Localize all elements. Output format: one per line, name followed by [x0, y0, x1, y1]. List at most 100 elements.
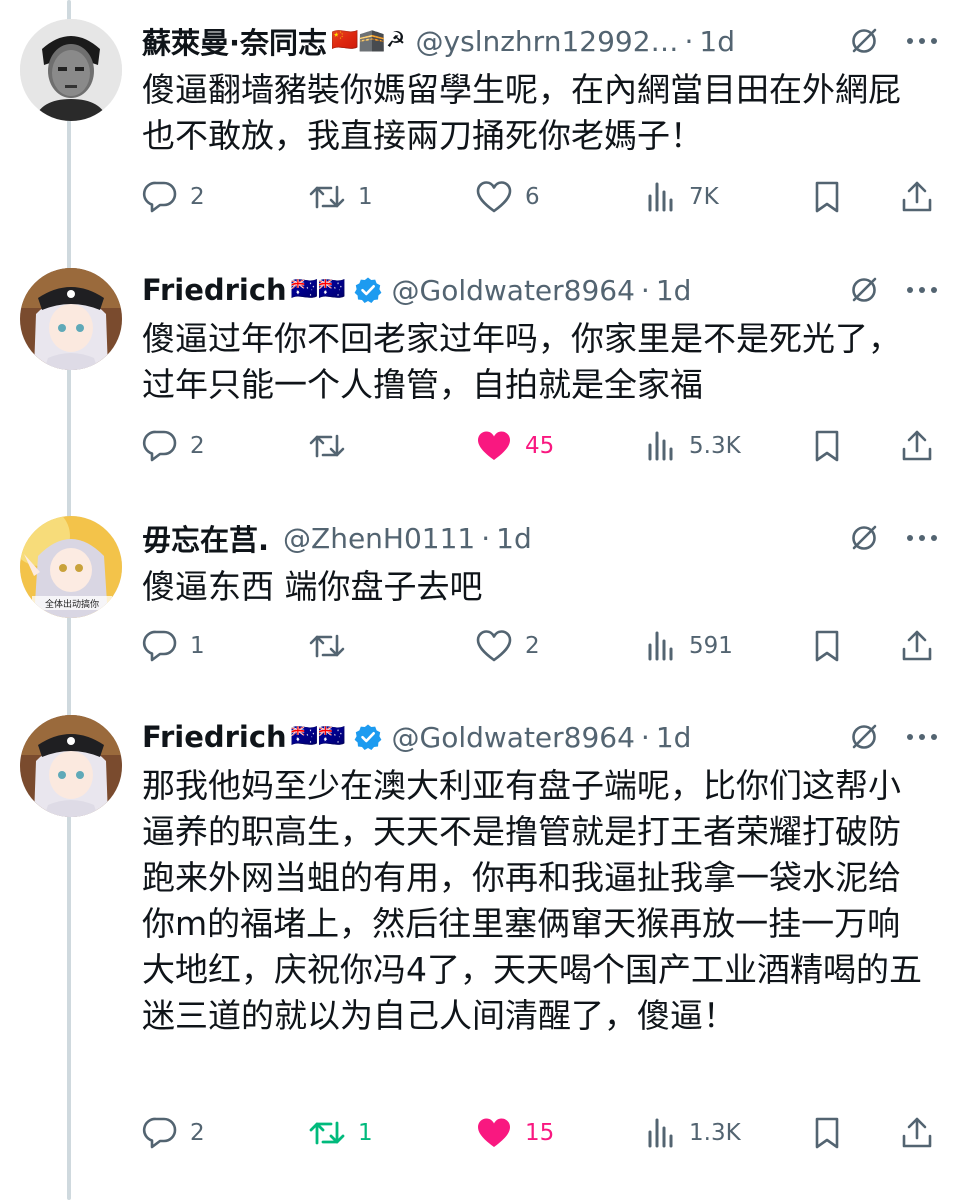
bookmark-button[interactable]	[812, 626, 842, 666]
share-icon	[902, 1117, 932, 1148]
post-time[interactable]: 1d	[656, 721, 692, 754]
repost-count: 1	[358, 184, 373, 210]
share-button[interactable]	[900, 177, 934, 217]
post-text: 傻逼翻墙豬裝你媽留學生呢，在內網當目田在外網屁也不敢放，我直接兩刀捅死你老媽子！	[142, 70, 901, 155]
avatar[interactable]	[20, 19, 122, 121]
user-handle[interactable]: @Goldwater8964	[392, 274, 635, 307]
more-options-icon[interactable]	[905, 36, 939, 46]
bookmark-button[interactable]	[812, 177, 842, 217]
repost-count: 1	[358, 1120, 373, 1146]
grok-icon[interactable]	[849, 523, 879, 553]
avatar[interactable]	[20, 715, 122, 817]
user-handle[interactable]: @ZhenH0111	[283, 522, 475, 555]
separator-dot: ·	[640, 273, 650, 307]
post-header: Friedrich 🇦🇺🇦🇺 @Goldwater8964 · 1d	[142, 715, 939, 759]
like-icon	[476, 630, 512, 662]
share-button[interactable]	[900, 426, 934, 466]
user-handle[interactable]: @yslnzhrn12992…	[416, 25, 679, 58]
views-icon	[648, 631, 673, 661]
views-icon	[648, 182, 673, 212]
share-icon	[902, 181, 932, 212]
display-name[interactable]: 蘇萊曼·奈同志	[142, 20, 327, 62]
views-button[interactable]: 591	[645, 626, 733, 666]
more-options-icon[interactable]	[905, 533, 939, 543]
name-emoji: 🇦🇺🇦🇺	[290, 724, 346, 749]
post-2[interactable]: Friedrich 🇦🇺🇦🇺 @Goldwater8964 · 1d 傻逼过年你…	[0, 268, 959, 478]
header-icons	[837, 268, 939, 312]
separator-dot: ·	[684, 24, 694, 58]
separator-dot: ·	[481, 521, 491, 555]
avatar-caption: 全体出动搞你	[45, 598, 99, 610]
reply-button[interactable]: 2	[142, 426, 205, 466]
post-text: 傻逼过年你不回老家过年吗，你家里是不是死光了，过年只能一个人撸管，自拍就是全家福	[142, 319, 901, 404]
like-icon	[476, 181, 512, 213]
share-icon	[902, 630, 932, 661]
post-time[interactable]: 1d	[656, 274, 692, 307]
post-text: 那我他妈至少在澳大利亚有盘子端呢，比你们这帮小逼养的职高生，天天不是撸管就是打王…	[142, 766, 922, 1035]
views-icon	[648, 431, 673, 461]
grok-icon[interactable]	[849, 26, 879, 56]
reply-button[interactable]: 1	[142, 626, 205, 666]
repost-button[interactable]	[308, 626, 358, 666]
repost-icon	[309, 634, 345, 658]
views-count: 1.3K	[689, 1120, 741, 1146]
like-button[interactable]: 45	[475, 426, 554, 466]
display-name[interactable]: Friedrich	[142, 720, 287, 754]
repost-button[interactable]: 1	[308, 1113, 373, 1153]
bookmark-button[interactable]	[812, 426, 842, 466]
user-handle[interactable]: @Goldwater8964	[392, 721, 635, 754]
views-button[interactable]: 1.3K	[645, 1113, 741, 1153]
bookmark-button[interactable]	[812, 1113, 842, 1153]
like-button[interactable]: 15	[475, 1113, 554, 1153]
display-name[interactable]: Friedrich	[142, 273, 287, 307]
like-count: 45	[525, 433, 555, 459]
separator-dot: ·	[640, 720, 650, 754]
bookmark-icon	[815, 1117, 839, 1149]
post-header: 毋忘在莒. @ZhenH0111 · 1d	[142, 516, 939, 560]
verified-badge-icon	[354, 724, 381, 750]
grok-icon[interactable]	[849, 722, 879, 752]
bookmark-icon	[815, 630, 839, 662]
reply-count: 2	[190, 184, 205, 210]
post-1[interactable]: 蘇萊曼·奈同志 🇨🇳🕋☭ @yslnzhrn12992… · 1d 傻逼翻墙豬裝…	[0, 19, 959, 229]
action-bar: 2 45 5.3K	[142, 426, 939, 466]
avatar[interactable]	[20, 268, 122, 370]
share-button[interactable]	[900, 1113, 934, 1153]
views-icon	[648, 1118, 673, 1148]
avatar[interactable]: 全体出动搞你	[20, 516, 122, 618]
repost-icon	[309, 185, 345, 209]
post-time[interactable]: 1d	[496, 522, 532, 555]
like-button[interactable]: 6	[475, 177, 540, 217]
reply-icon	[142, 430, 177, 462]
post-3[interactable]: 全体出动搞你 毋忘在莒. @ZhenH0111 · 1d 傻逼东西 端你盘子去吧…	[0, 516, 959, 676]
more-options-icon[interactable]	[905, 732, 939, 742]
reply-button[interactable]: 2	[142, 1113, 205, 1153]
bookmark-icon	[815, 430, 839, 462]
repost-button[interactable]	[308, 426, 358, 466]
post-time[interactable]: 1d	[699, 25, 735, 58]
views-count: 5.3K	[689, 433, 741, 459]
post-header: 蘇萊曼·奈同志 🇨🇳🕋☭ @yslnzhrn12992… · 1d	[142, 19, 939, 63]
repost-button[interactable]: 1	[308, 177, 373, 217]
share-button[interactable]	[900, 626, 934, 666]
more-options-icon[interactable]	[905, 285, 939, 295]
repost-icon	[309, 434, 345, 458]
reply-icon	[142, 181, 177, 213]
liked-heart-icon	[478, 431, 510, 460]
name-emoji: 🇨🇳🕋☭	[331, 28, 406, 53]
grok-icon[interactable]	[849, 275, 879, 305]
reposted-icon	[309, 1121, 345, 1145]
views-button[interactable]: 7K	[645, 177, 719, 217]
like-count: 6	[525, 184, 540, 210]
name-emoji: 🇦🇺🇦🇺	[290, 277, 346, 302]
reply-button[interactable]: 2	[142, 177, 205, 217]
views-button[interactable]: 5.3K	[645, 426, 741, 466]
bookmark-icon	[815, 181, 839, 213]
liked-heart-icon	[478, 1118, 510, 1147]
like-count: 15	[525, 1120, 555, 1146]
header-icons	[837, 715, 939, 759]
reply-icon	[142, 1117, 177, 1149]
post-4[interactable]: Friedrich 🇦🇺🇦🇺 @Goldwater8964 · 1d 那我他妈至…	[0, 715, 959, 1185]
display-name[interactable]: 毋忘在莒.	[142, 517, 269, 559]
like-button[interactable]: 2	[475, 626, 540, 666]
